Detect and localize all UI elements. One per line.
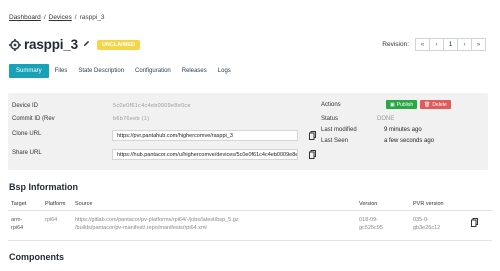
breadcrumb-separator: /	[74, 14, 77, 21]
device-header: rasppi_3 UNCLAIMED	[9, 37, 140, 52]
device-id-label: Device ID	[12, 103, 39, 109]
status-value: DONE	[377, 116, 395, 122]
tab-state-description[interactable]: State Description	[73, 64, 129, 78]
breadcrumb-current: rasppi_3	[79, 14, 105, 21]
share-url-label: Share URL	[12, 150, 42, 156]
tab-files[interactable]: Files	[50, 64, 73, 78]
last-modified-label: Last modified	[321, 127, 357, 133]
bsp-cell-platform: rpi64	[45, 217, 58, 223]
commit-id-value: b6b76eeb (1)	[113, 116, 150, 122]
delete-button-label: Delete	[432, 101, 447, 108]
bsp-header-source: Source	[75, 201, 93, 207]
bsp-cell-pvr-version: gb3e26c12	[413, 225, 441, 231]
status-label: Status	[321, 116, 339, 122]
publish-button[interactable]: ▣ Publish	[386, 100, 418, 109]
revision-next-button[interactable]: ›	[457, 38, 472, 51]
breadcrumb-separator: /	[43, 14, 46, 21]
copy-icon[interactable]	[308, 130, 317, 141]
breadcrumb-dashboard-link[interactable]: Dashboard	[9, 14, 41, 21]
bsp-cell-source: /builds/pantacor/pv-manifest/.repo/manif…	[75, 225, 207, 231]
tab-configuration[interactable]: Configuration	[130, 64, 176, 78]
tab-logs[interactable]: Logs	[213, 64, 236, 78]
breadcrumb: Dashboard / Devices / rasppi_3	[9, 14, 105, 21]
tab-releases[interactable]: Releases	[177, 64, 212, 78]
actions-label: Actions	[321, 102, 341, 108]
tab-summary[interactable]: Summary	[9, 64, 49, 78]
last-seen-value: a few seconds ago	[384, 138, 435, 144]
revision-prev-button[interactable]: ‹	[429, 38, 444, 51]
revision-pager: Revision: « ‹ 1 › »	[382, 38, 486, 51]
bsp-cell-version: gc525c95	[359, 225, 383, 231]
revision-last-button[interactable]: »	[471, 38, 486, 51]
clone-url-label: Clone URL	[12, 131, 42, 137]
delete-button[interactable]: 🗑 Delete	[420, 100, 451, 109]
revision-label: Revision:	[382, 41, 409, 48]
publish-button-label: Publish	[396, 101, 414, 108]
bsp-table-divider	[8, 240, 492, 241]
page-title: rasppi_3	[24, 37, 78, 52]
trash-icon: 🗑	[424, 101, 431, 108]
bsp-cell-target: rpi64	[11, 225, 24, 231]
revision-current-page[interactable]: 1	[443, 38, 458, 51]
publish-icon: ▣	[390, 101, 395, 108]
bsp-section-title: Bsp Information	[9, 182, 78, 192]
bsp-header-pvr-version: PVR version	[413, 201, 444, 207]
device-id-value: 5c0e0f61c4c4eb0009e8e0ce	[113, 103, 191, 109]
pencil-icon[interactable]	[83, 40, 90, 49]
status-badge: UNCLAIMED	[96, 39, 140, 50]
breadcrumb-devices-link[interactable]: Devices	[49, 14, 72, 21]
bsp-header-platform: Platform	[45, 201, 66, 207]
commit-id-label: Commit ID (Rev	[12, 116, 55, 122]
device-icon	[9, 38, 21, 51]
last-modified-value: 9 minutes ago	[384, 127, 422, 133]
bsp-header-target: Target	[11, 201, 27, 207]
clone-url-field[interactable]: https://pvr.pantahub.com/highercomve/ras…	[112, 130, 298, 141]
bsp-header-version: Version	[359, 201, 378, 207]
revision-first-button[interactable]: «	[415, 38, 430, 51]
last-seen-label: Last Seen	[321, 138, 349, 144]
components-section-title: Components	[9, 252, 64, 262]
copy-icon[interactable]	[308, 149, 317, 160]
copy-icon[interactable]	[470, 217, 479, 228]
tab-bar: Summary Files State Description Configur…	[9, 64, 237, 78]
bsp-header-divider	[8, 210, 492, 211]
share-url-field[interactable]: https://hub.pantacor.com/u/highercomve/d…	[112, 149, 298, 160]
